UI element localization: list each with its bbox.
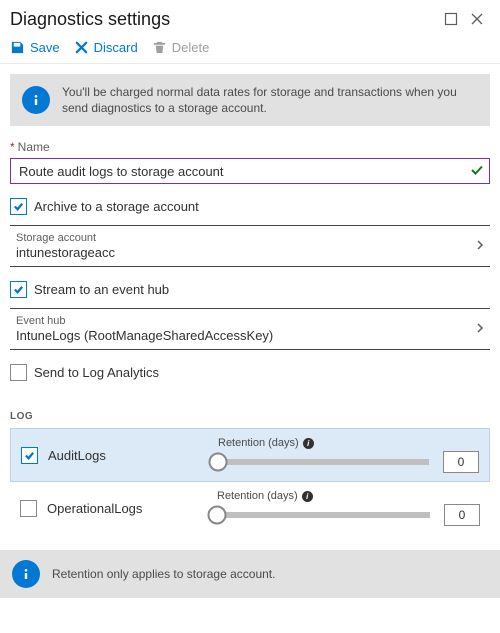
- info-icon: [12, 560, 40, 588]
- name-field-label: *Name: [10, 140, 490, 154]
- retention-value-input[interactable]: 0: [444, 504, 480, 526]
- stream-eventhub-label: Stream to an event hub: [34, 282, 169, 297]
- delete-button: Delete: [152, 40, 210, 55]
- event-hub-picker-value: IntuneLogs (RootManageSharedAccessKey): [16, 328, 474, 343]
- archive-storage-label: Archive to a storage account: [34, 199, 199, 214]
- restore-window-button[interactable]: [438, 6, 464, 32]
- retention-value-input[interactable]: 0: [443, 451, 479, 473]
- checkbox-unchecked-icon[interactable]: [20, 500, 37, 517]
- retention-label: Retention (days) i: [218, 437, 479, 449]
- charge-info-banner: You'll be charged normal data rates for …: [10, 74, 490, 126]
- send-log-analytics-label: Send to Log Analytics: [34, 365, 159, 380]
- log-section-header: LOG: [10, 411, 490, 422]
- charge-info-text: You'll be charged normal data rates for …: [62, 84, 478, 116]
- retention-info-text: Retention only applies to storage accoun…: [52, 566, 275, 582]
- valid-check-icon: [470, 163, 484, 180]
- retention-slider[interactable]: [218, 459, 429, 465]
- close-icon: [470, 12, 484, 26]
- retention-info-banner: Retention only applies to storage accoun…: [0, 550, 500, 598]
- discard-button-label: Discard: [94, 40, 138, 55]
- delete-icon: [152, 40, 167, 55]
- retention-label: Retention (days) i: [217, 490, 480, 502]
- archive-storage-checkbox[interactable]: Archive to a storage account: [10, 198, 490, 215]
- info-icon: [22, 86, 50, 114]
- discard-icon: [74, 40, 89, 55]
- slider-thumb-icon[interactable]: [208, 506, 227, 525]
- checkbox-checked-icon: [10, 198, 27, 215]
- log-row-auditlogs[interactable]: AuditLogs Retention (days) i 0: [10, 428, 490, 482]
- log-row-operationallogs[interactable]: OperationalLogs Retention (days) i 0: [10, 482, 490, 534]
- blade-body: You'll be charged normal data rates for …: [0, 64, 500, 633]
- storage-account-picker-label: Storage account: [16, 232, 474, 244]
- send-log-analytics-checkbox[interactable]: Send to Log Analytics: [10, 364, 490, 381]
- checkbox-unchecked-icon: [10, 364, 27, 381]
- close-button[interactable]: [464, 6, 490, 32]
- checkbox-checked-icon[interactable]: [21, 447, 38, 464]
- info-icon[interactable]: i: [303, 438, 314, 449]
- blade-header: Diagnostics settings: [0, 0, 500, 34]
- save-button-label: Save: [30, 40, 60, 55]
- log-name-label: AuditLogs: [48, 448, 208, 463]
- restore-icon: [444, 12, 458, 26]
- save-icon: [10, 40, 25, 55]
- chevron-right-icon: [474, 322, 486, 337]
- save-button[interactable]: Save: [10, 40, 60, 55]
- retention-block: Retention (days) i 0: [217, 490, 480, 526]
- slider-thumb-icon[interactable]: [209, 453, 228, 472]
- retention-slider[interactable]: [217, 512, 430, 518]
- storage-account-picker[interactable]: Storage account intunestorageacc: [10, 225, 490, 267]
- name-input[interactable]: [17, 163, 465, 180]
- checkbox-checked-icon: [10, 281, 27, 298]
- delete-button-label: Delete: [172, 40, 210, 55]
- retention-block: Retention (days) i 0: [218, 437, 479, 473]
- storage-account-picker-value: intunestorageacc: [16, 245, 474, 260]
- command-bar: Save Discard Delete: [0, 34, 500, 64]
- required-star-icon: *: [10, 140, 15, 154]
- chevron-right-icon: [474, 239, 486, 254]
- discard-button[interactable]: Discard: [74, 40, 138, 55]
- name-field: *Name: [10, 140, 490, 184]
- page-title: Diagnostics settings: [10, 9, 438, 30]
- stream-eventhub-checkbox[interactable]: Stream to an event hub: [10, 281, 490, 298]
- event-hub-picker[interactable]: Event hub IntuneLogs (RootManageSharedAc…: [10, 308, 490, 350]
- event-hub-picker-label: Event hub: [16, 315, 474, 327]
- log-name-label: OperationalLogs: [47, 501, 207, 516]
- info-icon[interactable]: i: [302, 491, 313, 502]
- name-input-wrap[interactable]: [10, 158, 490, 184]
